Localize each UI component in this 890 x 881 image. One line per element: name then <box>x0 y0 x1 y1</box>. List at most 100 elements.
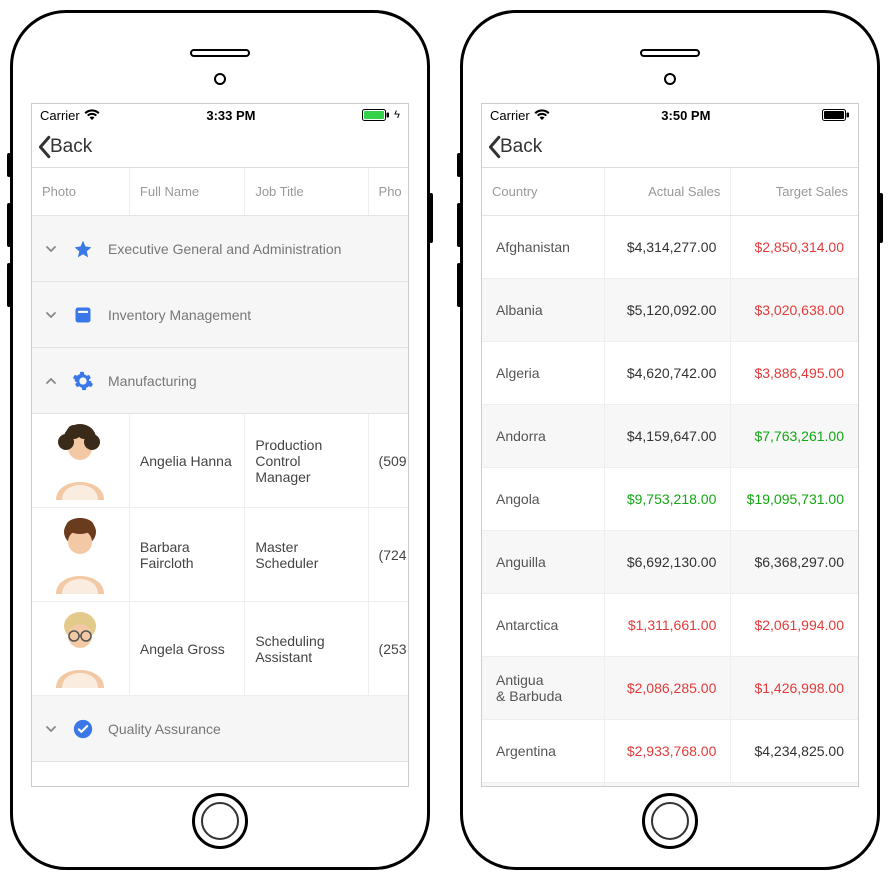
cell-target-sales: $7,763,261.00 <box>731 405 858 467</box>
group-label: Inventory Management <box>108 307 251 323</box>
cell-actual-sales: $9,753,218.00 <box>605 468 732 530</box>
volume-up-button <box>7 203 11 247</box>
box-icon <box>72 304 94 326</box>
cell-target-sales: $4,234,825.00 <box>731 720 858 782</box>
speaker-slot <box>640 49 700 57</box>
cell-actual-sales: $4,620,742.00 <box>605 342 732 404</box>
status-bar: Carrier 3:50 PM <box>482 104 858 126</box>
chevron-up-icon[interactable] <box>44 375 58 387</box>
cell-target-sales: $2,850,314.00 <box>731 216 858 278</box>
cell-phone: (724 <box>369 508 408 601</box>
volume-down-button <box>7 263 11 307</box>
table-row[interactable]: Antigua & Barbuda$2,086,285.00$1,426,998… <box>482 657 858 720</box>
cell-actual-sales: $6,692,130.00 <box>605 531 732 593</box>
power-button <box>879 193 883 243</box>
grid-body-right[interactable]: Afghanistan$4,314,277.00$2,850,314.00Alb… <box>482 216 858 786</box>
cell-country: Anguilla <box>482 531 605 593</box>
check-icon <box>72 718 94 740</box>
header-job-title[interactable]: Job Title <box>245 168 368 215</box>
header-photo[interactable]: Photo <box>32 168 130 215</box>
back-button[interactable]: Back <box>486 135 542 159</box>
cell-actual-sales: $1,311,661.00 <box>605 594 732 656</box>
table-row[interactable]: Armenia$7,297,213.00$9,075,853.00 <box>482 783 858 786</box>
screen-left: Carrier 3:33 PM ϟ Back <box>31 103 409 787</box>
cell-target-sales: $6,368,297.00 <box>731 531 858 593</box>
table-row[interactable]: Algeria$4,620,742.00$3,886,495.00 <box>482 342 858 405</box>
cell-job-title: Master Scheduler <box>245 508 368 601</box>
table-row[interactable]: Albania$5,120,092.00$3,020,638.00 <box>482 279 858 342</box>
header-actual-sales[interactable]: Actual Sales <box>605 168 732 215</box>
home-button[interactable] <box>642 793 698 849</box>
cell-target-sales: $19,095,731.00 <box>731 468 858 530</box>
back-button[interactable]: Back <box>36 135 92 159</box>
cell-job-title: Production Control Manager <box>245 414 368 507</box>
cell-target-sales: $1,426,998.00 <box>731 657 858 719</box>
table-row[interactable]: Andorra$4,159,647.00$7,763,261.00 <box>482 405 858 468</box>
home-button[interactable] <box>192 793 248 849</box>
group-row[interactable]: Manufacturing <box>32 348 408 414</box>
front-camera <box>664 73 676 85</box>
cell-country: Armenia <box>482 783 605 786</box>
cell-photo <box>32 414 130 507</box>
table-row[interactable]: Angela GrossScheduling Assistant(253 <box>32 602 408 696</box>
table-row[interactable]: Barbara FairclothMaster Scheduler(724 <box>32 508 408 602</box>
cell-country: Antarctica <box>482 594 605 656</box>
nav-bar: Back <box>32 126 408 168</box>
cell-photo <box>32 508 130 601</box>
cell-country: Afghanistan <box>482 216 605 278</box>
cell-target-sales: $3,886,495.00 <box>731 342 858 404</box>
mute-switch <box>7 153 11 177</box>
group-row[interactable]: Quality Assurance <box>32 696 408 762</box>
gear-icon <box>72 370 94 392</box>
back-label: Back <box>500 136 542 158</box>
clock: 3:50 PM <box>661 108 710 123</box>
cell-country: Albania <box>482 279 605 341</box>
back-label: Back <box>50 136 92 158</box>
cell-actual-sales: $4,159,647.00 <box>605 405 732 467</box>
cell-actual-sales: $7,297,213.00 <box>605 783 732 786</box>
grid-header: Country Actual Sales Target Sales <box>482 168 858 216</box>
cell-target-sales: $9,075,853.00 <box>731 783 858 786</box>
header-country[interactable]: Country <box>482 168 605 215</box>
cell-target-sales: $2,061,994.00 <box>731 594 858 656</box>
nav-bar: Back <box>482 126 858 168</box>
cell-actual-sales: $4,314,277.00 <box>605 216 732 278</box>
table-row[interactable]: Antarctica$1,311,661.00$2,061,994.00 <box>482 594 858 657</box>
star-icon <box>72 238 94 260</box>
chevron-down-icon[interactable] <box>44 243 58 255</box>
cell-country: Angola <box>482 468 605 530</box>
chevron-down-icon[interactable] <box>44 723 58 735</box>
battery-icon <box>822 109 850 121</box>
chevron-down-icon[interactable] <box>44 309 58 321</box>
group-label: Manufacturing <box>108 373 197 389</box>
header-full-name[interactable]: Full Name <box>130 168 245 215</box>
cell-country: Algeria <box>482 342 605 404</box>
cell-phone: (509 <box>369 414 408 507</box>
header-phone[interactable]: Pho <box>369 168 408 215</box>
table-row[interactable]: Angola$9,753,218.00$19,095,731.00 <box>482 468 858 531</box>
group-row[interactable]: Inventory Management <box>32 282 408 348</box>
front-camera <box>214 73 226 85</box>
grid-body-left[interactable]: Executive General and Administration Inve… <box>32 216 408 786</box>
status-bar: Carrier 3:33 PM ϟ <box>32 104 408 126</box>
table-row[interactable]: Angelia HannaProduction Control Manager(… <box>32 414 408 508</box>
cell-country: Andorra <box>482 405 605 467</box>
battery-icon <box>362 109 390 121</box>
table-row[interactable]: Anguilla$6,692,130.00$6,368,297.00 <box>482 531 858 594</box>
avatar <box>42 422 118 500</box>
table-row[interactable]: Afghanistan$4,314,277.00$2,850,314.00 <box>482 216 858 279</box>
group-label: Executive General and Administration <box>108 241 341 257</box>
header-target-sales[interactable]: Target Sales <box>731 168 858 215</box>
mute-switch <box>457 153 461 177</box>
phone-frame-right: Carrier 3:50 PM Back <box>460 10 880 870</box>
cell-actual-sales: $2,933,768.00 <box>605 720 732 782</box>
power-button <box>429 193 433 243</box>
cell-target-sales: $3,020,638.00 <box>731 279 858 341</box>
group-label: Quality Assurance <box>108 721 221 737</box>
table-row[interactable]: Argentina$2,933,768.00$4,234,825.00 <box>482 720 858 783</box>
carrier-label: Carrier <box>490 108 530 123</box>
cell-actual-sales: $5,120,092.00 <box>605 279 732 341</box>
volume-up-button <box>457 203 461 247</box>
group-row[interactable]: Executive General and Administration <box>32 216 408 282</box>
clock: 3:33 PM <box>206 108 255 123</box>
